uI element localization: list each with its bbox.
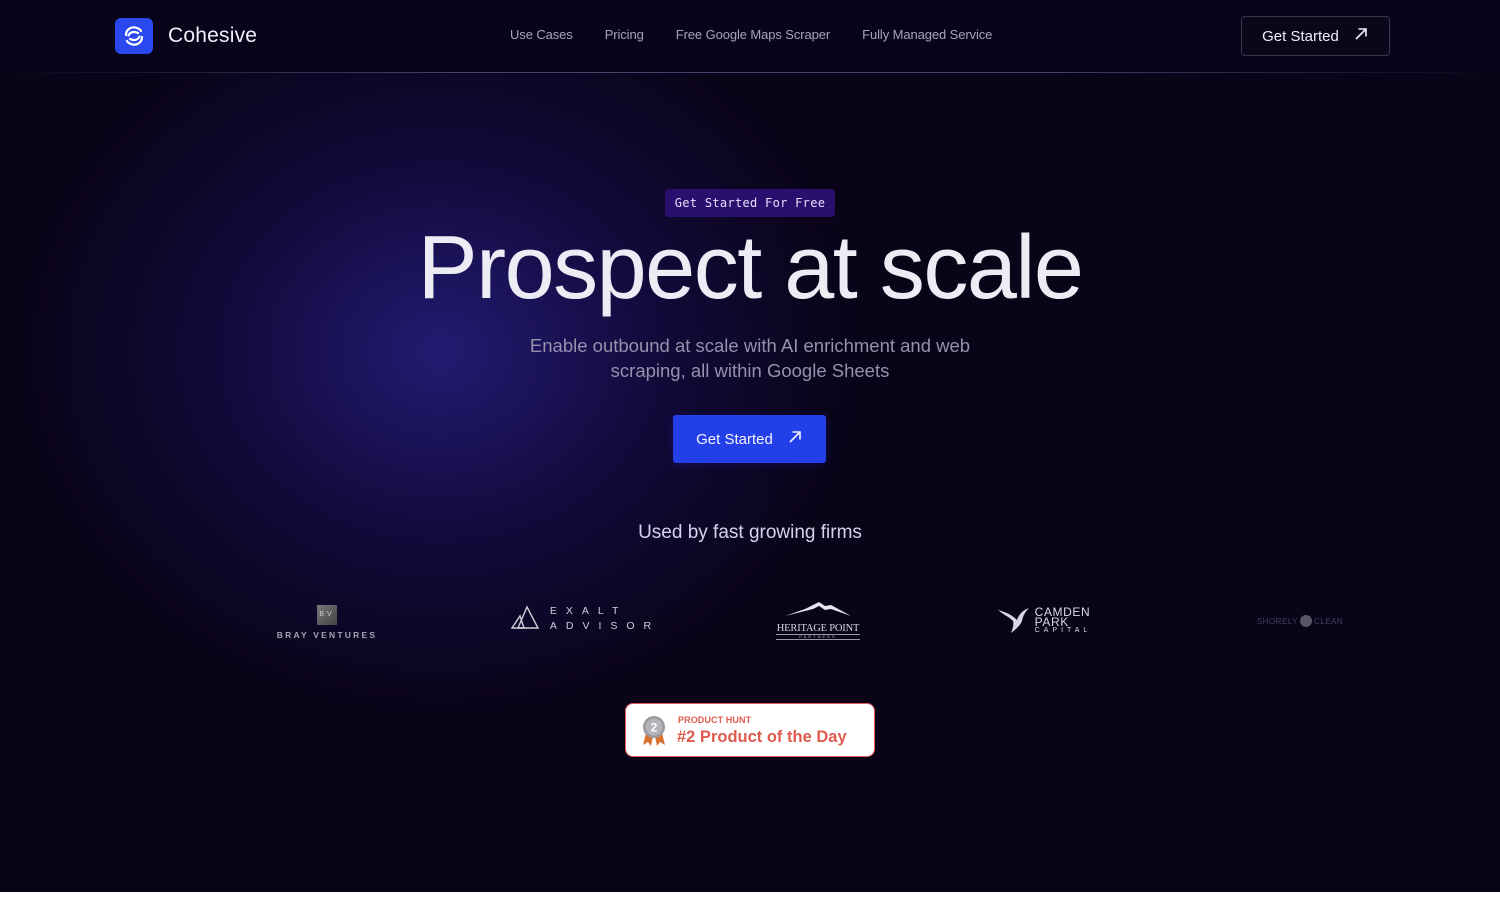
cohesive-logo-icon [115, 18, 153, 54]
header-get-started-label: Get Started [1262, 27, 1339, 45]
nav-item-managed-service[interactable]: Fully Managed Service [862, 27, 992, 42]
heritage-mountain-icon [783, 601, 853, 622]
exalt-mountain-icon [510, 604, 540, 635]
product-hunt-badge[interactable]: 2 PRODUCT HUNT #2 Product of the Day [625, 703, 875, 757]
hero-subtitle: Enable outbound at scale with AI enrichm… [529, 335, 971, 381]
nav-item-use-cases[interactable]: Use Cases [510, 27, 573, 42]
hero-section: Cohesive Use Cases Pricing Free Google M… [0, 0, 1500, 892]
hero-title: Prospect at scale [417, 218, 1084, 318]
arrow-up-right-icon [787, 429, 803, 449]
free-badge[interactable]: Get Started For Free [665, 189, 835, 217]
logo-heritage-point: HERITAGE POINT PARTNERS [774, 600, 862, 640]
product-hunt-title: #2 Product of the Day [677, 728, 847, 746]
brand-name: Cohesive [168, 24, 258, 47]
medal-rank: 2 [651, 721, 658, 735]
shorely-right-text: CLEAN [1313, 616, 1344, 626]
camden-line3: CAPITAL [1034, 627, 1092, 634]
hero-get-started-label: Get Started [696, 430, 773, 448]
brand[interactable]: Cohesive [115, 18, 257, 54]
camden-line2: PARK [1034, 615, 1069, 629]
logo-shorely-clean: SHORELY CLEAN [1252, 607, 1348, 635]
exalt-line1: EXALT [549, 605, 628, 617]
header-divider [0, 72, 1500, 73]
heritage-sub: PARTNERS [776, 633, 860, 640]
nav-item-pricing[interactable]: Pricing [605, 27, 644, 42]
bray-ventures-mark-icon: BV [317, 604, 337, 625]
logo-exalt-advisor: EXALT ADVISOR [510, 604, 660, 634]
social-proof-heading: Used by fast growing firms [638, 522, 862, 543]
hero-get-started-button[interactable]: Get Started [673, 415, 826, 463]
top-navbar: Cohesive Use Cases Pricing Free Google M… [0, 0, 1500, 72]
nav-item-google-maps-scraper[interactable]: Free Google Maps Scraper [676, 27, 831, 42]
arrow-up-right-icon [1353, 26, 1369, 46]
medal-icon: 2 [641, 715, 667, 747]
bray-ventures-text: BRAY VENTURES [276, 629, 378, 640]
heritage-name: HERITAGE POINT [776, 622, 860, 634]
logo-camden-park: CAMDEN PARK CAPITAL [993, 605, 1095, 637]
header-get-started-button[interactable]: Get Started [1241, 16, 1390, 56]
shorely-ball-icon [1299, 615, 1312, 627]
product-hunt-label: PRODUCT HUNT [678, 715, 752, 725]
shorely-left-text: SHORELY [1256, 616, 1298, 626]
logo-bray-ventures: BV BRAY VENTURES [272, 603, 382, 641]
camden-bird-icon [997, 604, 1031, 639]
exalt-line2: ADVISOR [549, 620, 661, 632]
main-nav: Use Cases Pricing Free Google Maps Scrap… [510, 27, 992, 42]
